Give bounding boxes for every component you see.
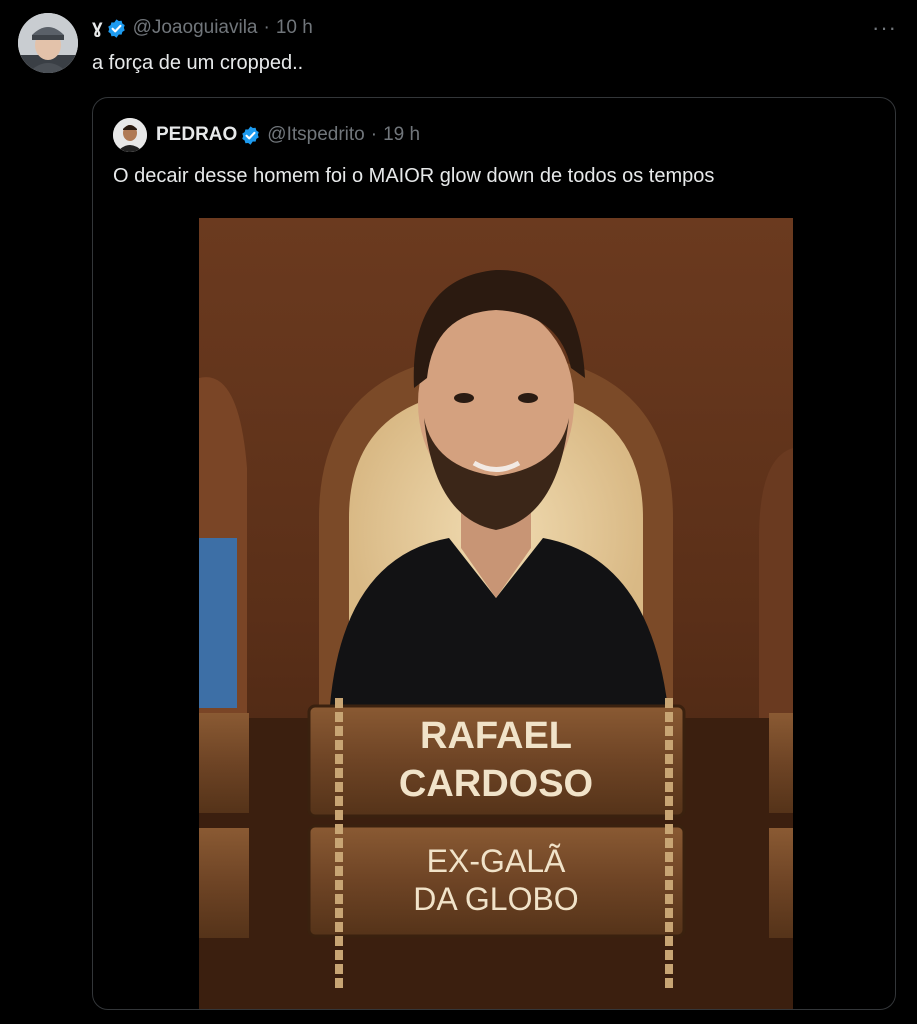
sign-name-line-1: RAFAEL: [420, 715, 572, 757]
sign-title-line-2: DA GLOBO: [413, 881, 578, 917]
verified-badge-icon: [107, 18, 125, 38]
quoted-tweet-header: PEDRAO @Itspedrito · 19 h: [113, 118, 420, 152]
quoted-timestamp[interactable]: 19 h: [383, 124, 420, 146]
sign-name-line-2: CARDOSO: [399, 763, 593, 805]
quoted-author-avatar[interactable]: [113, 118, 147, 152]
author-name[interactable]: ɣ: [92, 17, 103, 39]
quoted-tweet-text: O decair desse homem foi o MAIOR glow do…: [113, 165, 715, 187]
tweet-header: ɣ @Joaoguiavila · 10 h: [92, 15, 313, 41]
quoted-author-name[interactable]: PEDRAO: [156, 124, 237, 146]
separator-dot: ·: [263, 17, 270, 38]
quoted-tweet-image[interactable]: RAFAEL CARDOSO EX-GALÃ DA GLOBO: [199, 218, 793, 1009]
timestamp[interactable]: 10 h: [276, 17, 313, 39]
quoted-tweet[interactable]: PEDRAO @Itspedrito · 19 h O decair desse…: [92, 97, 896, 1010]
verified-badge-icon: [242, 125, 260, 145]
more-options-icon[interactable]: ···: [872, 15, 897, 41]
author-avatar[interactable]: [18, 13, 78, 73]
sign-title-line-1: EX-GALÃ: [427, 843, 566, 879]
separator-dot: ·: [370, 124, 378, 145]
quoted-author-handle[interactable]: @Itspedrito: [267, 124, 364, 146]
tweet-text: a força de um cropped..: [92, 52, 304, 74]
author-handle[interactable]: @Joaoguiavila: [133, 17, 258, 39]
